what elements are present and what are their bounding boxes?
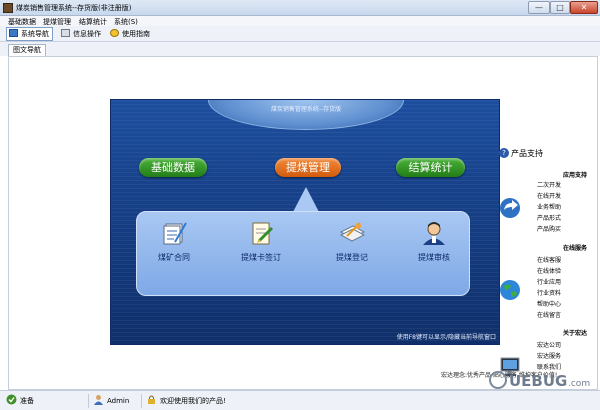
link-online-cs[interactable]: 在线客服 — [537, 257, 561, 264]
document-tab-strip: 图文导航 — [0, 42, 600, 56]
status-ready: 准备 — [6, 394, 34, 408]
card-sign-item[interactable]: 提煤卡签订 — [226, 220, 296, 263]
status-bar: 准备 Admin 欢迎使用我们的产品! — [0, 390, 600, 410]
panel-title: 煤炭销售管理系统--存货版 — [270, 106, 342, 113]
toolbar-nav-label: 系统导航 — [21, 30, 49, 38]
globe-icon — [500, 280, 520, 300]
maximize-button[interactable]: □ — [550, 1, 570, 14]
link-online-dev[interactable]: 在线开发 — [537, 193, 561, 200]
coal-register-label: 提煤登记 — [336, 253, 368, 262]
link-help-center[interactable]: 帮助中心 — [537, 301, 561, 308]
online-service-heading: 在线服务 — [562, 245, 587, 252]
toolbar-info-button[interactable]: 信息操作 — [58, 27, 105, 41]
coal-submenu: 煤矿合同 提煤卡签订 提煤登记 提煤审核 — [136, 211, 470, 296]
arrow-icon — [500, 198, 520, 218]
card-sign-label: 提煤卡签订 — [241, 253, 281, 262]
coal-audit-label: 提煤审核 — [418, 253, 450, 262]
link-secondary-dev[interactable]: 二次开发 — [537, 182, 561, 189]
link-industry-app[interactable]: 行业应用 — [537, 279, 561, 286]
submenu-pointer — [293, 187, 319, 212]
link-company[interactable]: 宏达公司 — [537, 342, 561, 349]
status-welcome: 欢迎使用我们的产品! — [146, 394, 226, 408]
link-product-form[interactable]: 产品形式 — [537, 215, 561, 222]
contract-icon — [163, 222, 187, 245]
about-heading: 关于宏达 — [562, 330, 587, 337]
link-online-trial[interactable]: 在线体验 — [537, 268, 561, 275]
toolbar-nav-button[interactable]: 系统导航 — [6, 27, 53, 41]
status-separator — [88, 394, 89, 408]
link-industry-docs[interactable]: 行业资料 — [537, 290, 561, 297]
navigation-client-area: 煤炭销售管理系统--存货版 基础数据 提煤管理 结算统计 煤矿合同 提煤卡签订 … — [8, 56, 598, 390]
ready-icon — [6, 394, 17, 405]
toolbar: 系统导航 信息操作 使用指南 — [0, 26, 600, 42]
panel-hint: 使用F8键可以显示/隐藏当前导航窗口 — [396, 334, 496, 341]
status-user-label: Admin — [107, 397, 130, 405]
basic-data-button[interactable]: 基础数据 — [139, 158, 207, 177]
navigation-panel: 煤炭销售管理系统--存货版 基础数据 提煤管理 结算统计 煤矿合同 提煤卡签订 … — [110, 99, 500, 345]
product-support-column: ? 产品支持 应用支持 二次开发 在线开发 业务帮助 产品形式 产品购买 在线服… — [499, 145, 597, 391]
audit-icon — [423, 222, 445, 245]
status-welcome-label: 欢迎使用我们的产品! — [160, 397, 226, 405]
question-icon: ? — [499, 148, 509, 158]
link-company-service[interactable]: 宏达服务 — [537, 353, 561, 360]
coal-register-item[interactable]: 提煤登记 — [317, 220, 387, 263]
lock-icon — [148, 395, 155, 404]
toolbar-help-label: 使用指南 — [122, 30, 150, 38]
info-icon — [61, 29, 70, 37]
status-ready-label: 准备 — [20, 397, 34, 405]
help-icon — [110, 29, 119, 37]
coal-management-button[interactable]: 提煤管理 — [275, 158, 341, 177]
link-product-purchase[interactable]: 产品购买 — [537, 226, 561, 233]
minimize-button[interactable]: — — [528, 1, 550, 14]
uebug-watermark: UEBUG .com — [489, 371, 590, 390]
window-title: 煤炭销售管理系统--存货版(非注册版) — [16, 4, 132, 12]
title-bar: 煤炭销售管理系统--存货版(非注册版) — □ ✕ — [0, 0, 600, 16]
link-online-message[interactable]: 在线留言 — [537, 312, 561, 319]
app-support-heading: 应用支持 — [562, 172, 587, 179]
toolbar-info-label: 信息操作 — [73, 30, 101, 38]
nav-icon — [9, 29, 18, 37]
status-user: Admin — [93, 394, 129, 408]
close-button[interactable]: ✕ — [570, 1, 598, 14]
card-sign-icon — [252, 222, 274, 245]
link-business-help[interactable]: 业务帮助 — [537, 204, 561, 211]
support-title: 产品支持 — [511, 149, 543, 158]
settlement-button[interactable]: 结算统计 — [396, 158, 465, 177]
tab-graphic-nav[interactable]: 图文导航 — [8, 44, 46, 56]
app-icon — [3, 3, 13, 13]
coal-contract-label: 煤矿合同 — [158, 253, 190, 262]
coal-contract-item[interactable]: 煤矿合同 — [139, 220, 209, 263]
svg-text:.com: .com — [568, 379, 590, 389]
status-separator — [141, 394, 142, 408]
svg-text:UEBUG: UEBUG — [509, 372, 567, 390]
register-icon — [339, 222, 366, 242]
menu-bar: 基础数据 提煤管理 结算统计 系统(S) — [0, 16, 600, 26]
toolbar-help-button[interactable]: 使用指南 — [107, 27, 154, 41]
user-icon — [94, 395, 103, 405]
coal-audit-item[interactable]: 提煤审核 — [399, 220, 469, 263]
